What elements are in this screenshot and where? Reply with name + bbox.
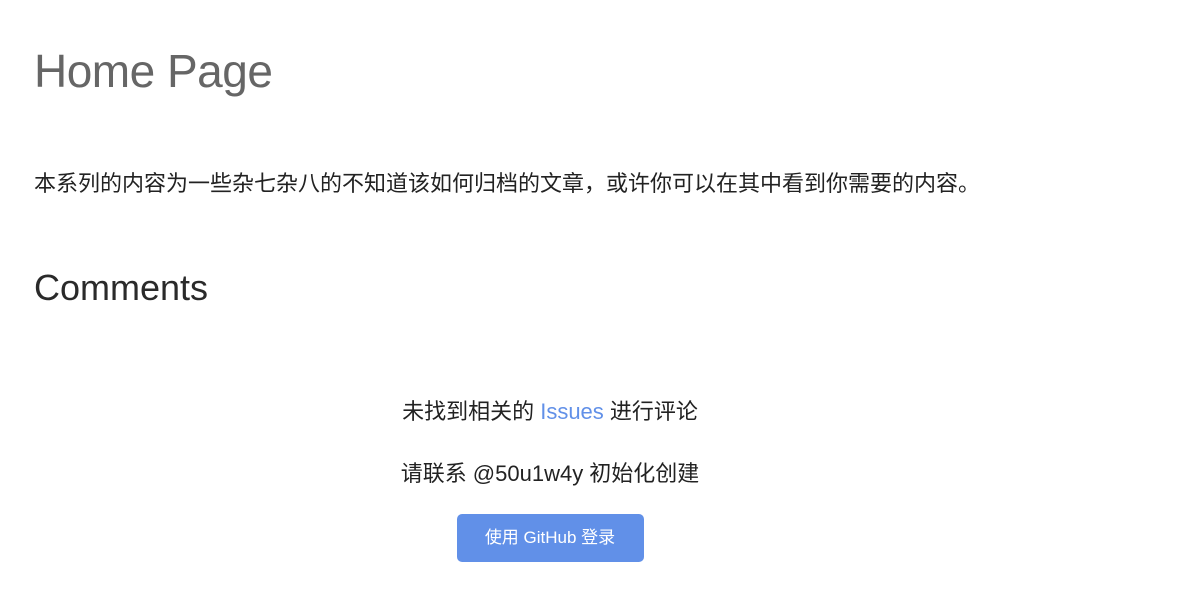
page-intro: 本系列的内容为一些杂七杂八的不知道该如何归档的文章，或许你可以在其中看到你需要的… <box>34 171 981 196</box>
github-login-button[interactable]: 使用 GitHub 登录 <box>456 514 644 562</box>
no-issue-prefix: 未找到相关的 <box>402 399 541 424</box>
no-issue-message: 未找到相关的 Issues 进行评论 <box>0 390 1100 434</box>
page-title: Home Page <box>34 45 273 97</box>
comments-heading: Comments <box>34 267 209 308</box>
no-issue-suffix: 进行评论 <box>603 399 698 424</box>
contact-message: 请联系 @50u1w4y 初始化创建 <box>400 461 700 486</box>
comments-widget: 未找到相关的 Issues 进行评论 请联系 @50u1w4y 初始化创建 使用… <box>0 390 1100 562</box>
issues-link[interactable]: Issues <box>540 399 604 424</box>
